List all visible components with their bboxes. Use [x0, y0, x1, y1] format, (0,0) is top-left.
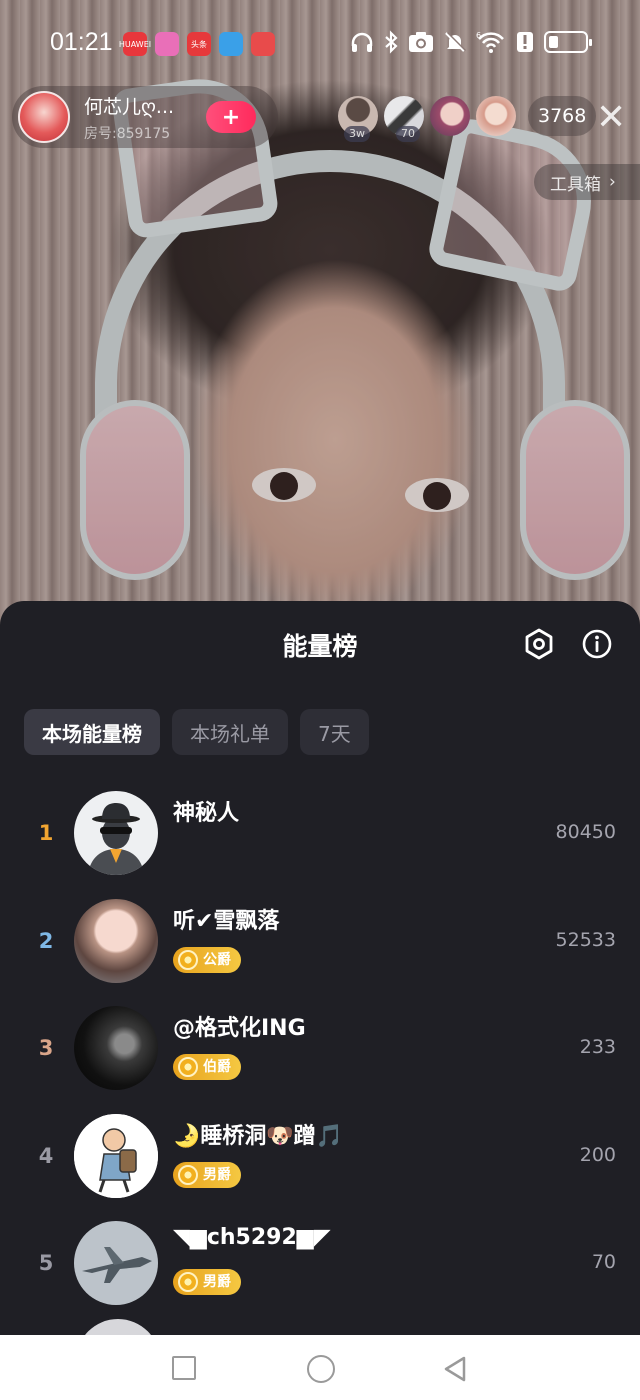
- mystery-person-icon: [74, 791, 158, 875]
- user-name: @格式化ING: [173, 1016, 306, 1041]
- system-icons: 6: [350, 30, 592, 54]
- wifi-6-icon: 6: [476, 31, 504, 53]
- leaderboard-row[interactable]: 2 听✔雪飘落 公爵 52533: [0, 889, 640, 997]
- tab-session-energy[interactable]: 本场能量榜: [24, 709, 160, 755]
- rank-number: 3: [38, 1036, 54, 1060]
- leaderboard-row[interactable]: 5 ◥▆ch5292▆◤ 男爵 70: [0, 1211, 640, 1319]
- rank-title-badge: 伯爵: [173, 1054, 241, 1080]
- top-viewers: 3w 70 3768: [338, 96, 597, 142]
- toutiao-icon: 头条: [187, 32, 211, 56]
- user-name: 神秘人: [173, 801, 240, 826]
- bluetooth-icon: [385, 30, 398, 54]
- svg-text:6: 6: [476, 31, 481, 40]
- user-avatar[interactable]: [74, 791, 158, 875]
- tab-7-days[interactable]: 7天: [300, 709, 369, 755]
- viewer-avatar[interactable]: 3w: [338, 96, 378, 142]
- user-name: 🌛睡桥洞🐶蹭🎵: [173, 1123, 344, 1149]
- headphones-icon: [351, 32, 373, 52]
- status-bar: 01:21 HUAWEI 头条 6: [0, 0, 640, 90]
- host-name: 何芯儿ღ...: [84, 95, 175, 118]
- alert-icon: [517, 32, 533, 52]
- user-avatar[interactable]: [76, 1318, 160, 1335]
- rank-number: 4: [38, 1143, 54, 1168]
- close-icon[interactable]: ✕: [596, 100, 626, 136]
- blue-app-icon: [219, 32, 243, 56]
- cartoon-character-icon: [74, 1113, 158, 1198]
- home-icon[interactable]: [307, 1355, 335, 1383]
- leaderboard-tabs: 本场能量榜 本场礼单 7天: [24, 709, 369, 755]
- user-avatar[interactable]: [74, 1113, 158, 1198]
- host-avatar[interactable]: [18, 91, 70, 143]
- leaderboard-row[interactable]: [0, 1318, 640, 1335]
- notification-icons: HUAWEI 头条: [119, 32, 275, 56]
- leaderboard-row[interactable]: 4 🌛睡桥洞🐶蹭🎵 男爵 200: [0, 1104, 640, 1212]
- energy-score: 70: [591, 1251, 616, 1273]
- rank-title-badge: 公爵: [173, 946, 241, 973]
- energy-score: 80450: [555, 821, 616, 843]
- user-name: 听✔雪飘落: [173, 908, 280, 934]
- user-name: ◥▆ch5292▆◤: [173, 1225, 331, 1250]
- viewer-avatar[interactable]: [430, 96, 470, 136]
- viewer-avatar[interactable]: [476, 96, 516, 136]
- battery-icon: [544, 31, 592, 53]
- energy-leaderboard-sheet: 能量榜 本场能量榜 本场礼单 7天 1 神秘人 80450 2 听✔雪飘落 公爵…: [0, 601, 640, 1335]
- system-navigation-bar: [0, 1335, 640, 1400]
- rank-title-badge: 男爵: [173, 1161, 241, 1188]
- rank-title-badge: 男爵: [173, 1269, 241, 1295]
- calendar-app-icon: [251, 32, 275, 56]
- follow-button[interactable]: +: [206, 101, 256, 133]
- host-room-id: 房号:859175: [84, 125, 171, 142]
- recent-apps-icon[interactable]: [172, 1356, 196, 1380]
- rank-number: 1: [38, 821, 54, 845]
- toolbox-button[interactable]: 工具箱 ›: [534, 164, 640, 200]
- leaderboard-row[interactable]: 3 @格式化ING 伯爵 233: [0, 996, 640, 1104]
- huawei-appgallery-icon: HUAWEI: [119, 32, 151, 56]
- camera-icon: [409, 32, 433, 52]
- viewer-badge: 3w: [344, 126, 370, 142]
- toolbox-label: 工具箱: [550, 174, 601, 195]
- viewer-badge: 70: [396, 126, 420, 142]
- energy-score: 52533: [555, 928, 616, 951]
- chevron-right-icon: ›: [609, 172, 616, 192]
- settings-hexagon-icon[interactable]: [522, 627, 556, 661]
- mute-icon: [445, 31, 466, 52]
- back-icon[interactable]: [442, 1355, 470, 1383]
- host-info-pill[interactable]: 何芯儿ღ... 房号:859175 +: [12, 86, 278, 148]
- energy-score: 233: [579, 1036, 616, 1058]
- leaderboard-row[interactable]: 1 神秘人 80450: [0, 781, 640, 889]
- colorful-app-icon: [155, 32, 179, 56]
- user-avatar[interactable]: [74, 898, 158, 983]
- energy-score: 200: [579, 1143, 616, 1166]
- user-avatar[interactable]: [74, 1221, 158, 1305]
- viewer-count[interactable]: 3768: [528, 96, 597, 136]
- info-icon[interactable]: [580, 627, 614, 661]
- tab-session-gifts[interactable]: 本场礼单: [172, 709, 288, 755]
- user-avatar[interactable]: [74, 1006, 158, 1090]
- rank-number: 5: [38, 1251, 54, 1275]
- rank-number: 2: [38, 928, 54, 953]
- clock: 01:21: [50, 28, 113, 56]
- viewer-avatar[interactable]: 70: [384, 96, 424, 142]
- leaderboard-list: 1 神秘人 80450 2 听✔雪飘落 公爵 52533 3 @格式化ING 伯…: [0, 781, 640, 1335]
- fighter-jet-icon: [74, 1221, 158, 1305]
